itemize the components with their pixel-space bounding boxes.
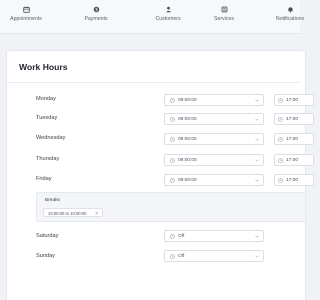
- chevron-down-icon: [255, 138, 259, 141]
- chevron-down-icon: [255, 159, 259, 162]
- page-title: Work Hours: [19, 62, 68, 72]
- payment-icon: $: [93, 6, 99, 13]
- friday-start-value: 09:00:00: [178, 177, 197, 183]
- day-label-friday: Friday: [36, 176, 52, 182]
- friday-end-field[interactable]: 17:00: [274, 174, 314, 186]
- clock-icon: [170, 234, 175, 239]
- saturday-status-value: Off: [178, 233, 185, 239]
- clock-icon: [170, 178, 175, 183]
- chevron-down-icon: [255, 235, 259, 238]
- wednesday-end-field[interactable]: 17:00: [274, 133, 314, 145]
- day-label-saturday: Saturday: [36, 233, 59, 239]
- thursday-end-field[interactable]: 17:00: [274, 154, 314, 166]
- monday-start-field[interactable]: 09:00:00: [164, 94, 264, 106]
- tuesday-end-field[interactable]: 17:00: [274, 113, 314, 125]
- thursday-start-value: 09:00:00: [178, 157, 197, 163]
- tuesday-start-value: 09:00:00: [178, 116, 197, 122]
- nav-label-payments: Payments: [84, 16, 108, 22]
- clock-icon: [278, 158, 283, 163]
- monday-start-value: 09:00:00: [178, 97, 197, 103]
- thursday-end-value: 17:00: [286, 157, 299, 163]
- breaks-title: Breaks: [45, 198, 60, 203]
- nav-label-appointments: Appointments: [10, 16, 42, 22]
- friday-end-value: 17:00: [286, 177, 299, 183]
- day-label-tuesday: Tuesday: [36, 115, 58, 121]
- thursday-start-field[interactable]: 09:00:00: [164, 154, 264, 166]
- tuesday-start-field[interactable]: 09:00:00: [164, 113, 264, 125]
- nav-item-services[interactable]: Services: [194, 6, 254, 22]
- monday-end-value: 17:00: [286, 97, 299, 103]
- nav-label-notifications: Notifications: [275, 16, 305, 22]
- nav-item-customers[interactable]: Customers: [138, 6, 198, 22]
- chevron-down-icon: [255, 255, 259, 258]
- clock-icon: [278, 137, 283, 142]
- nav-label-customers: Customers: [155, 16, 181, 22]
- breaks-panel: Breaks 10:00:00 to 10:00:00 ×: [36, 192, 306, 222]
- clock-icon: [170, 254, 175, 259]
- day-label-wednesday: Wednesday: [36, 135, 66, 141]
- tuesday-end-value: 17:00: [286, 116, 299, 122]
- clock-icon: [170, 117, 175, 122]
- services-icon: [221, 6, 227, 13]
- day-label-thursday: Thursday: [36, 156, 60, 162]
- clock-icon: [170, 98, 175, 103]
- bell-icon: [287, 7, 293, 13]
- customers-icon: [165, 6, 171, 13]
- monday-end-field[interactable]: 17:00: [274, 94, 314, 106]
- nav-item-notifications[interactable]: Notifications: [260, 6, 320, 22]
- sunday-status-field[interactable]: Off: [164, 250, 264, 262]
- chevron-down-icon: [255, 179, 259, 182]
- chevron-down-icon: [255, 99, 259, 102]
- break-chip-text: 10:00:00 to 10:00:00: [48, 211, 87, 216]
- nav-label-services: Services: [214, 16, 234, 22]
- calendar-icon: [22, 6, 30, 13]
- clock-icon: [278, 117, 283, 122]
- top-navigation: Appointments $ Payments Customers Servic…: [0, 0, 304, 34]
- break-chip[interactable]: 10:00:00 to 10:00:00 ×: [43, 208, 103, 217]
- clock-icon: [278, 178, 283, 183]
- day-label-monday: Monday: [36, 96, 56, 102]
- wednesday-start-value: 09:00:00: [178, 136, 197, 142]
- title-divider: [6, 82, 300, 83]
- wednesday-start-field[interactable]: 09:00:00: [164, 133, 264, 145]
- chevron-down-icon: [255, 118, 259, 121]
- saturday-status-field[interactable]: Off: [164, 230, 264, 242]
- wednesday-end-value: 17:00: [286, 136, 299, 142]
- clock-icon: [170, 137, 175, 142]
- clock-icon: [170, 158, 175, 163]
- nav-item-appointments[interactable]: Appointments: [0, 6, 56, 22]
- sunday-status-value: Off: [178, 253, 185, 259]
- day-label-sunday: Sunday: [36, 253, 55, 259]
- clock-icon: [278, 98, 283, 103]
- nav-item-payments[interactable]: $ Payments: [66, 6, 126, 22]
- friday-start-field[interactable]: 09:00:00: [164, 174, 264, 186]
- remove-break-icon[interactable]: ×: [95, 211, 98, 217]
